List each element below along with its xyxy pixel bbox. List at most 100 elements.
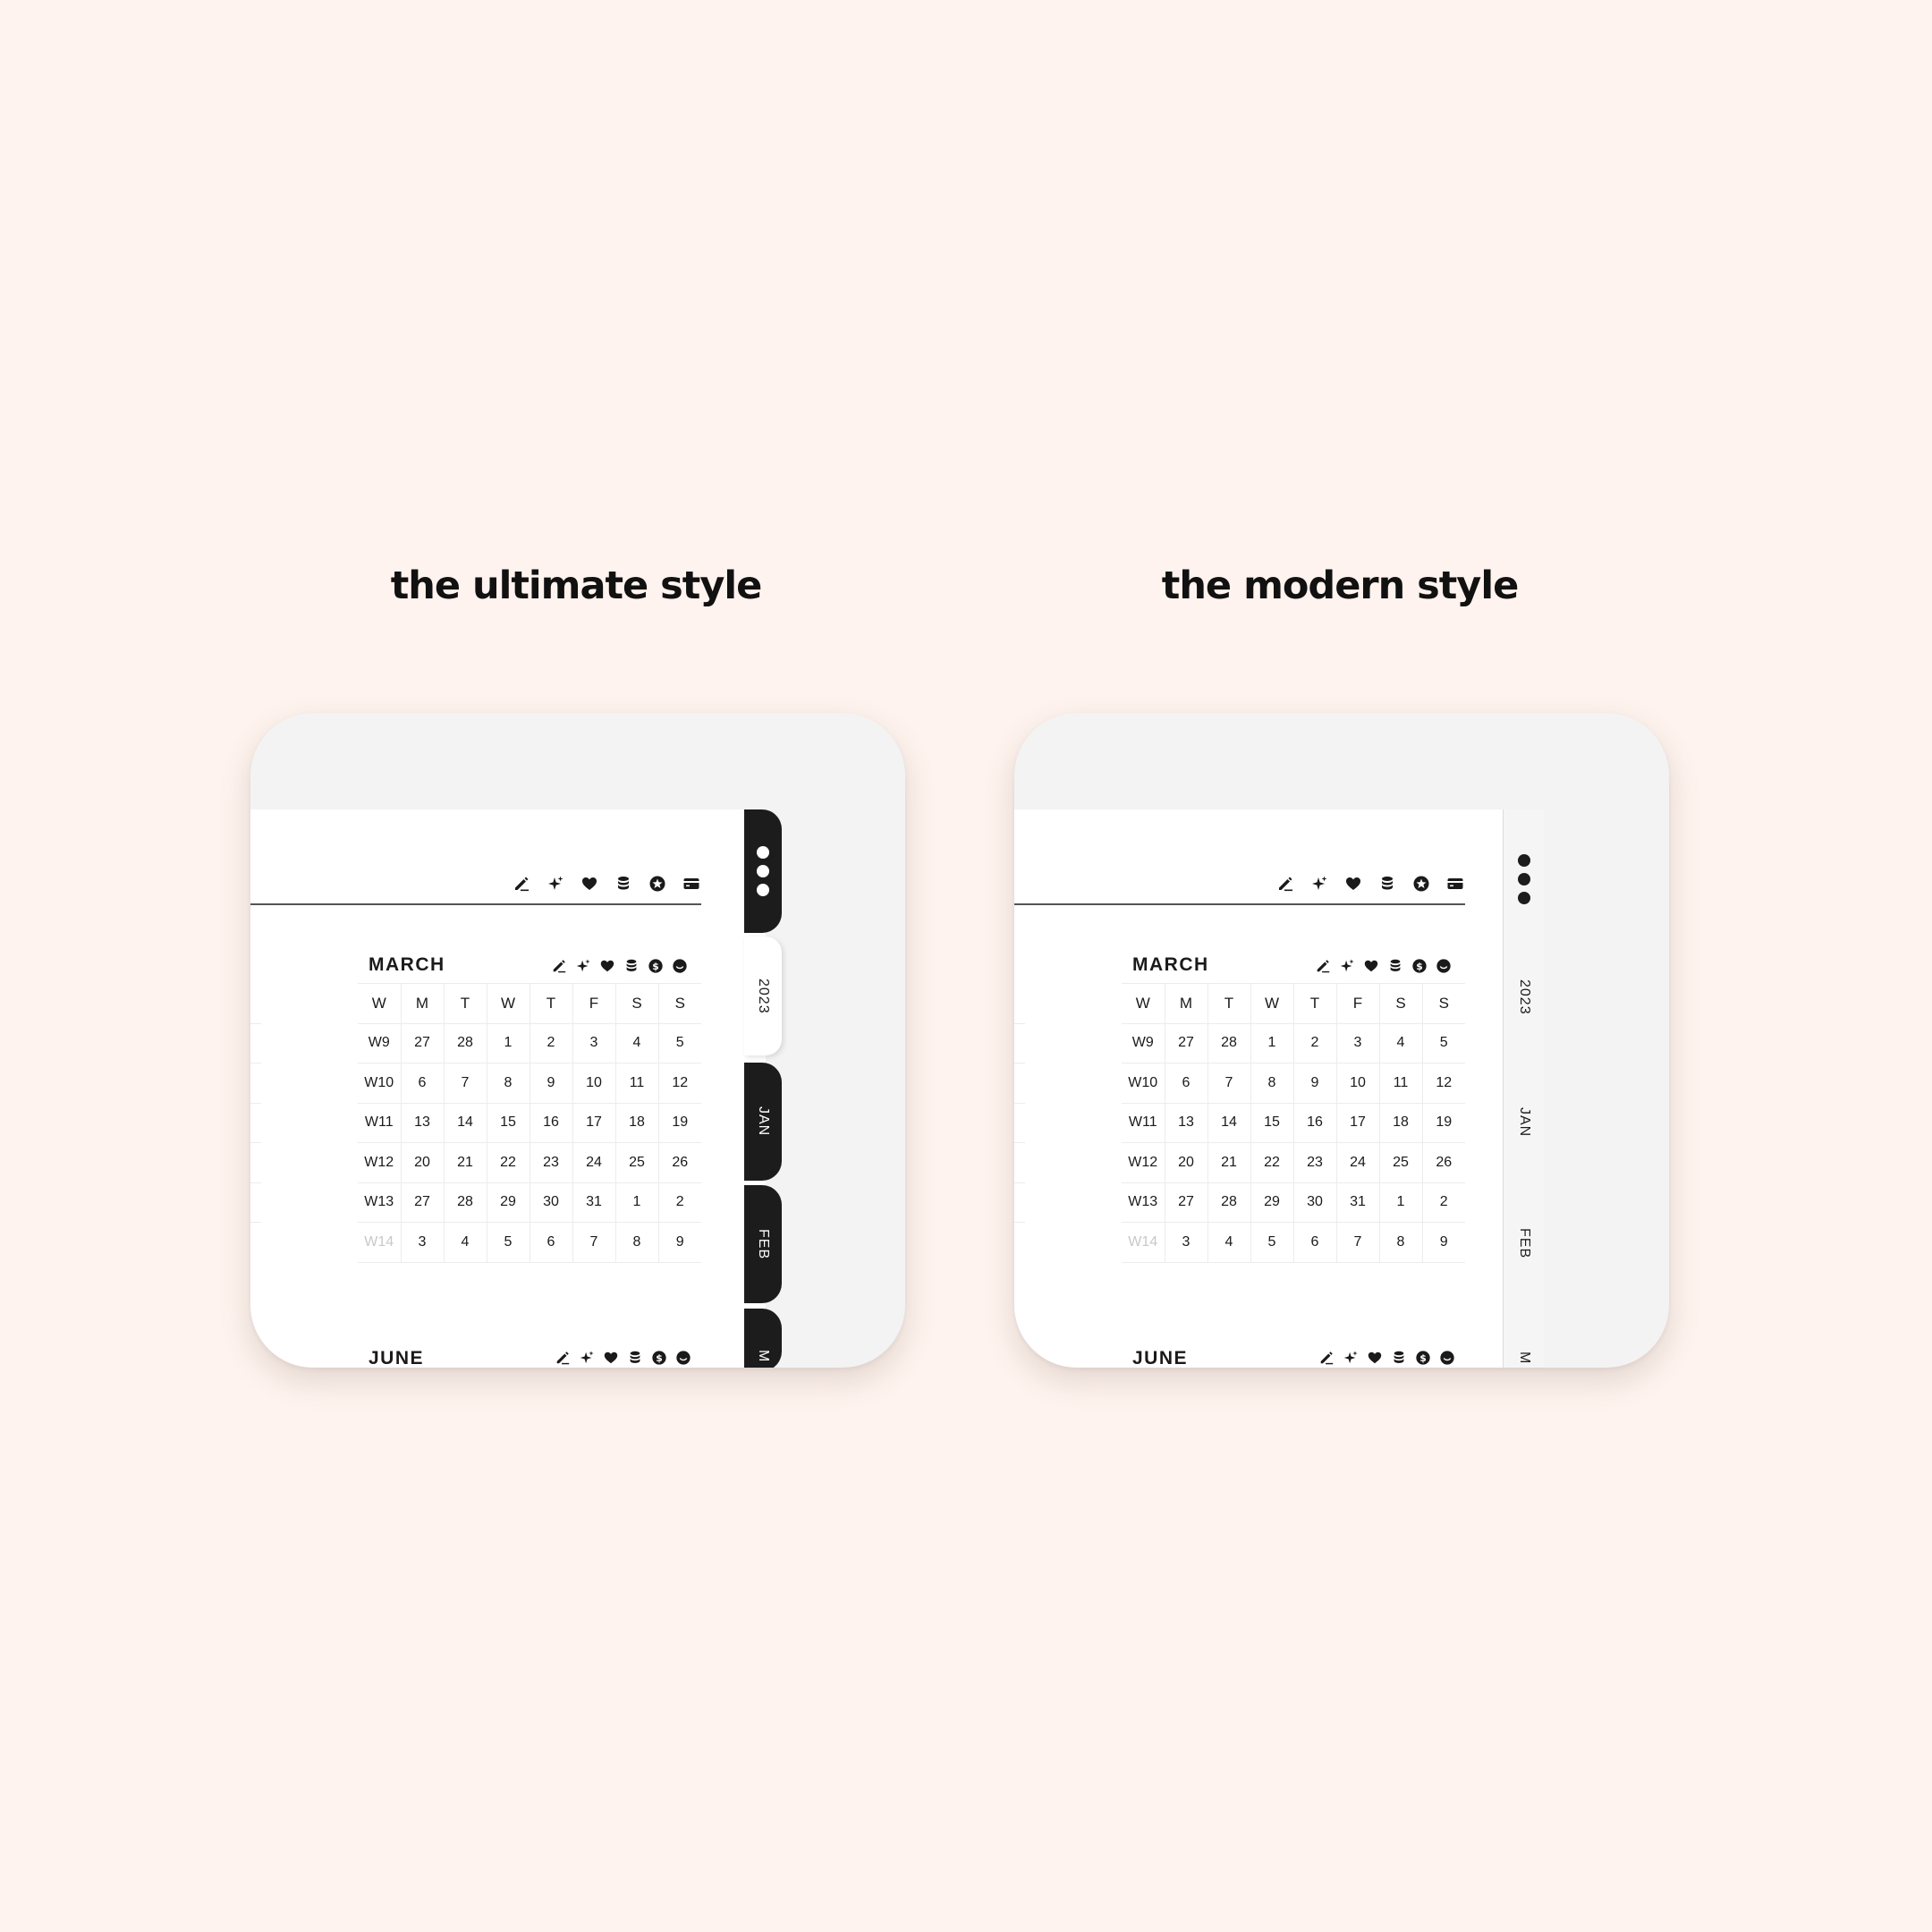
- sparkle-icon[interactable]: [1341, 1348, 1360, 1367]
- week-number[interactable]: W13: [358, 1182, 401, 1223]
- smile-icon[interactable]: [674, 1348, 692, 1367]
- star-icon[interactable]: [648, 874, 667, 894]
- week-number[interactable]: W10: [1122, 1063, 1165, 1104]
- sparkle-icon[interactable]: [1337, 956, 1356, 975]
- tab-month-feb[interactable]: FEB: [744, 1185, 782, 1303]
- day-cell[interactable]: 7: [443, 1063, 487, 1104]
- tab-month-jan[interactable]: JAN: [1504, 1107, 1545, 1137]
- tab-menu[interactable]: [744, 809, 782, 933]
- day-cell[interactable]: 26: [657, 1142, 701, 1183]
- day-cell[interactable]: 29: [1250, 1182, 1293, 1223]
- day-cell[interactable]: 28: [1207, 1182, 1250, 1223]
- day-cell[interactable]: 31: [572, 1182, 615, 1223]
- day-cell[interactable]: 27: [400, 1023, 444, 1063]
- day-cell[interactable]: 23: [529, 1142, 572, 1183]
- day-cell[interactable]: 9: [1421, 1222, 1465, 1263]
- sparkle-icon[interactable]: [1309, 874, 1329, 894]
- coins-icon[interactable]: [1389, 1348, 1408, 1367]
- pencil-icon[interactable]: [549, 956, 568, 975]
- week-number[interactable]: W12: [358, 1142, 401, 1183]
- day-cell[interactable]: 18: [1378, 1103, 1422, 1143]
- day-cell[interactable]: 26: [1421, 1142, 1465, 1183]
- dollar-icon[interactable]: $: [1410, 956, 1428, 975]
- day-cell[interactable]: 27: [400, 1182, 444, 1223]
- day-cell[interactable]: 8: [614, 1222, 658, 1263]
- next-month-title[interactable]: JUNE: [369, 1348, 424, 1368]
- day-cell[interactable]: 6: [1292, 1222, 1336, 1263]
- day-cell[interactable]: 12: [657, 1063, 701, 1104]
- tab-year[interactable]: 2023: [1504, 979, 1545, 1015]
- tab-month-feb[interactable]: FEB: [1504, 1228, 1545, 1258]
- pencil-icon[interactable]: [1275, 874, 1295, 894]
- sparkle-icon[interactable]: [577, 1348, 596, 1367]
- sparkle-icon[interactable]: [546, 874, 565, 894]
- day-cell[interactable]: 19: [657, 1103, 701, 1143]
- day-cell[interactable]: 25: [614, 1142, 658, 1183]
- day-cell[interactable]: 16: [529, 1103, 572, 1143]
- day-cell[interactable]: 4: [1378, 1023, 1422, 1063]
- day-cell[interactable]: 5: [1421, 1023, 1465, 1063]
- day-cell[interactable]: 3: [572, 1023, 615, 1063]
- day-cell[interactable]: 4: [614, 1023, 658, 1063]
- heart-icon[interactable]: [1343, 874, 1363, 894]
- coins-icon[interactable]: [1377, 874, 1397, 894]
- day-cell[interactable]: 29: [486, 1182, 530, 1223]
- week-number[interactable]: W9: [358, 1023, 401, 1063]
- smile-icon[interactable]: [1434, 956, 1453, 975]
- card-icon[interactable]: [1445, 874, 1465, 894]
- day-cell[interactable]: 14: [443, 1103, 487, 1143]
- pencil-icon[interactable]: [1313, 956, 1332, 975]
- day-cell[interactable]: 20: [1164, 1142, 1208, 1183]
- day-cell[interactable]: 6: [529, 1222, 572, 1263]
- day-cell[interactable]: 5: [486, 1222, 530, 1263]
- day-cell[interactable]: 2: [529, 1023, 572, 1063]
- heart-icon[interactable]: [601, 1348, 620, 1367]
- day-cell[interactable]: 5: [1250, 1222, 1293, 1263]
- dollar-icon[interactable]: $: [649, 1348, 668, 1367]
- day-cell[interactable]: 21: [1207, 1142, 1250, 1183]
- week-number[interactable]: W14: [1122, 1222, 1165, 1263]
- day-cell[interactable]: 24: [572, 1142, 615, 1183]
- day-cell[interactable]: 28: [443, 1023, 487, 1063]
- day-cell[interactable]: 31: [1335, 1182, 1379, 1223]
- month-title[interactable]: MARCH: [369, 954, 445, 976]
- day-cell[interactable]: 12: [1421, 1063, 1465, 1104]
- day-cell[interactable]: 11: [614, 1063, 658, 1104]
- day-cell[interactable]: 9: [1292, 1063, 1336, 1104]
- pencil-icon[interactable]: [1317, 1348, 1335, 1367]
- day-cell[interactable]: 3: [1164, 1222, 1208, 1263]
- day-cell[interactable]: 8: [1378, 1222, 1422, 1263]
- card-icon[interactable]: [682, 874, 701, 894]
- day-cell[interactable]: 19: [1421, 1103, 1465, 1143]
- tab-month-m[interactable]: M: [744, 1309, 782, 1368]
- day-cell[interactable]: 17: [572, 1103, 615, 1143]
- week-number[interactable]: W11: [358, 1103, 401, 1143]
- pencil-icon[interactable]: [512, 874, 531, 894]
- day-cell[interactable]: 6: [1164, 1063, 1208, 1104]
- tab-month-jan[interactable]: JAN: [744, 1063, 782, 1181]
- day-cell[interactable]: 7: [1335, 1222, 1379, 1263]
- day-cell[interactable]: 14: [1207, 1103, 1250, 1143]
- day-cell[interactable]: 11: [1378, 1063, 1422, 1104]
- day-cell[interactable]: 5: [657, 1023, 701, 1063]
- day-cell[interactable]: 30: [529, 1182, 572, 1223]
- day-cell[interactable]: 3: [1335, 1023, 1379, 1063]
- week-number[interactable]: W10: [358, 1063, 401, 1104]
- day-cell[interactable]: 18: [614, 1103, 658, 1143]
- sparkle-icon[interactable]: [573, 956, 592, 975]
- week-number[interactable]: W11: [1122, 1103, 1165, 1143]
- tab-month-m[interactable]: M: [1504, 1352, 1545, 1364]
- day-cell[interactable]: 23: [1292, 1142, 1336, 1183]
- day-cell[interactable]: 30: [1292, 1182, 1336, 1223]
- day-cell[interactable]: 25: [1378, 1142, 1422, 1183]
- day-cell[interactable]: 2: [1421, 1182, 1465, 1223]
- tab-year[interactable]: 2023: [744, 936, 782, 1055]
- day-cell[interactable]: 13: [400, 1103, 444, 1143]
- coins-icon[interactable]: [625, 1348, 644, 1367]
- day-cell[interactable]: 9: [529, 1063, 572, 1104]
- coins-icon[interactable]: [614, 874, 633, 894]
- day-cell[interactable]: 1: [1378, 1182, 1422, 1223]
- day-cell[interactable]: 1: [1250, 1023, 1293, 1063]
- heart-icon[interactable]: [1365, 1348, 1384, 1367]
- day-cell[interactable]: 13: [1164, 1103, 1208, 1143]
